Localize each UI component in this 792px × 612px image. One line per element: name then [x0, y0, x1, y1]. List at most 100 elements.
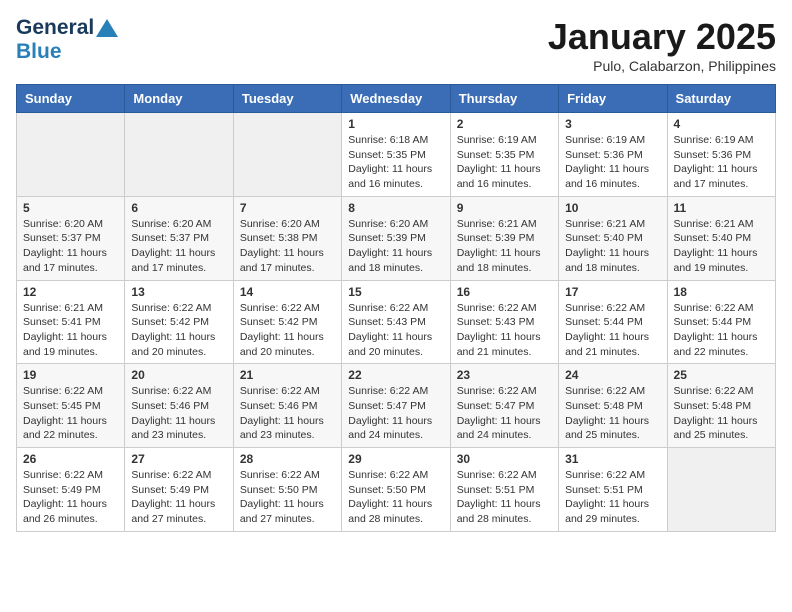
calendar-day-cell: 15Sunrise: 6:22 AMSunset: 5:43 PMDayligh… [342, 280, 450, 364]
calendar-day-cell: 28Sunrise: 6:22 AMSunset: 5:50 PMDayligh… [233, 448, 341, 532]
sunrise-text: Sunrise: 6:22 AM [565, 469, 645, 481]
day-number: 3 [565, 117, 660, 131]
logo-general: General [16, 16, 94, 40]
sunrise-text: Sunrise: 6:19 AM [457, 134, 537, 146]
daylight-text: Daylight: 11 hours and 18 minutes. [565, 247, 649, 274]
calendar-day-cell: 2Sunrise: 6:19 AMSunset: 5:35 PMDaylight… [450, 113, 558, 197]
calendar-day-cell: 8Sunrise: 6:20 AMSunset: 5:39 PMDaylight… [342, 196, 450, 280]
daylight-text: Daylight: 11 hours and 28 minutes. [348, 498, 432, 525]
calendar-day-cell: 24Sunrise: 6:22 AMSunset: 5:48 PMDayligh… [559, 364, 667, 448]
sunset-text: Sunset: 5:43 PM [348, 316, 426, 328]
calendar-day-cell: 30Sunrise: 6:22 AMSunset: 5:51 PMDayligh… [450, 448, 558, 532]
day-info: Sunrise: 6:21 AMSunset: 5:40 PMDaylight:… [674, 217, 769, 276]
page-header: General Blue January 2025 Pulo, Calabarz… [16, 16, 776, 74]
day-number: 24 [565, 368, 660, 382]
daylight-text: Daylight: 11 hours and 16 minutes. [457, 163, 541, 190]
sunrise-text: Sunrise: 6:19 AM [565, 134, 645, 146]
day-number: 29 [348, 452, 443, 466]
sunset-text: Sunset: 5:45 PM [23, 400, 101, 412]
day-number: 21 [240, 368, 335, 382]
day-info: Sunrise: 6:22 AMSunset: 5:50 PMDaylight:… [240, 468, 335, 527]
title-block: January 2025 Pulo, Calabarzon, Philippin… [548, 16, 776, 74]
calendar-day-cell: 11Sunrise: 6:21 AMSunset: 5:40 PMDayligh… [667, 196, 775, 280]
sunrise-text: Sunrise: 6:22 AM [457, 302, 537, 314]
calendar-day-cell [667, 448, 775, 532]
sunrise-text: Sunrise: 6:22 AM [348, 385, 428, 397]
logo-icon [96, 19, 118, 37]
sunset-text: Sunset: 5:43 PM [457, 316, 535, 328]
calendar-day-cell [125, 113, 233, 197]
sunrise-text: Sunrise: 6:22 AM [565, 302, 645, 314]
day-info: Sunrise: 6:22 AMSunset: 5:42 PMDaylight:… [131, 301, 226, 360]
day-number: 4 [674, 117, 769, 131]
weekday-header: Sunday [17, 85, 125, 113]
daylight-text: Daylight: 11 hours and 20 minutes. [348, 331, 432, 358]
calendar-day-cell: 19 Sunrise: 6:22 AMSunset: 5:45 PMDayligh… [17, 364, 125, 448]
sunrise-text: Sunrise: 6:22 AM [674, 385, 754, 397]
sunrise-text: Sunrise: 6:22 AM [565, 385, 645, 397]
day-info: Sunrise: 6:22 AMSunset: 5:51 PMDaylight:… [457, 468, 552, 527]
calendar-day-cell: 13 Sunrise: 6:22 AMSunset: 5:42 PMDayligh… [125, 280, 233, 364]
daylight-text: Daylight: 11 hours and 24 minutes. [457, 415, 541, 442]
sunrise-text: Sunrise: 6:22 AM [240, 469, 320, 481]
day-number: 5 [23, 201, 118, 215]
weekday-header: Thursday [450, 85, 558, 113]
day-number: 16 [457, 285, 552, 299]
sunset-text: Sunset: 5:36 PM [565, 149, 643, 161]
day-number: 15 [348, 285, 443, 299]
sunset-text: Sunset: 5:49 PM [131, 484, 209, 496]
day-number: 31 [565, 452, 660, 466]
sunset-text: Sunset: 5:40 PM [565, 232, 643, 244]
day-number: 19 [23, 368, 118, 382]
daylight-text: Daylight: 11 hours and 19 minutes. [23, 331, 107, 358]
logo: General Blue [16, 16, 118, 64]
daylight-text: Daylight: 11 hours and 23 minutes. [240, 415, 324, 442]
sunrise-text: Sunrise: 6:22 AM [23, 469, 103, 481]
calendar-table: SundayMondayTuesdayWednesdayThursdayFrid… [16, 84, 776, 532]
calendar-day-cell: 4Sunrise: 6:19 AMSunset: 5:36 PMDaylight… [667, 113, 775, 197]
day-number: 17 [565, 285, 660, 299]
day-info: Sunrise: 6:22 AMSunset: 5:50 PMDaylight:… [348, 468, 443, 527]
calendar-day-cell: 23Sunrise: 6:22 AMSunset: 5:47 PMDayligh… [450, 364, 558, 448]
calendar-day-cell: 26Sunrise: 6:22 AMSunset: 5:49 PMDayligh… [17, 448, 125, 532]
sunrise-text: Sunrise: 6:22 AM [131, 469, 211, 481]
day-number: 27 [131, 452, 226, 466]
calendar-day-cell: 6Sunrise: 6:20 AMSunset: 5:37 PMDaylight… [125, 196, 233, 280]
sunset-text: Sunset: 5:40 PM [674, 232, 752, 244]
calendar-day-cell [233, 113, 341, 197]
calendar-week-row: 26Sunrise: 6:22 AMSunset: 5:49 PMDayligh… [17, 448, 776, 532]
day-info: Sunrise: 6:22 AMSunset: 5:44 PMDaylight:… [565, 301, 660, 360]
sunrise-text: Sunrise: 6:22 AM [348, 469, 428, 481]
calendar-week-row: 5 Sunrise: 6:20 AMSunset: 5:37 PMDaylight… [17, 196, 776, 280]
day-info: Sunrise: 6:22 AMSunset: 5:44 PMDaylight:… [674, 301, 769, 360]
daylight-text: Daylight: 11 hours and 17 minutes. [674, 163, 758, 190]
sunrise-text: Sunrise: 6:20 AM [240, 218, 320, 230]
day-info: Sunrise: 6:22 AMSunset: 5:42 PMDaylight:… [240, 301, 335, 360]
sunset-text: Sunset: 5:44 PM [674, 316, 752, 328]
calendar-day-cell: 31Sunrise: 6:22 AMSunset: 5:51 PMDayligh… [559, 448, 667, 532]
daylight-text: Daylight: 11 hours and 18 minutes. [457, 247, 541, 274]
day-number: 9 [457, 201, 552, 215]
weekday-header: Tuesday [233, 85, 341, 113]
sunrise-text: Sunrise: 6:22 AM [131, 385, 211, 397]
daylight-text: Daylight: 11 hours and 22 minutes. [23, 415, 107, 442]
day-number: 7 [240, 201, 335, 215]
calendar-week-row: 19Sunrise: 6:22 AMSunset: 5:45 PMDayligh… [17, 364, 776, 448]
day-number: 13 [131, 285, 226, 299]
calendar-day-cell: 29 Sunrise: 6:22 AMSunset: 5:50 PMDayligh… [342, 448, 450, 532]
logo-blue: Blue [16, 40, 62, 63]
day-info: Sunrise: 6:20 AMSunset: 5:37 PMDaylight:… [23, 217, 118, 276]
daylight-text: Daylight: 11 hours and 23 minutes. [131, 415, 215, 442]
daylight-text: Daylight: 11 hours and 17 minutes. [23, 247, 107, 274]
calendar-day-cell: 12Sunrise: 6:21 AMSunset: 5:41 PMDayligh… [17, 280, 125, 364]
day-number: 12 [23, 285, 118, 299]
calendar-day-cell: 22Sunrise: 6:22 AMSunset: 5:47 PMDayligh… [342, 364, 450, 448]
day-number: 8 [348, 201, 443, 215]
day-info: Sunrise: 6:21 AMSunset: 5:39 PMDaylight:… [457, 217, 552, 276]
day-info: Sunrise: 6:22 AMSunset: 5:45 PMDaylight:… [23, 384, 118, 443]
day-info: Sunrise: 6:20 AMSunset: 5:37 PMDaylight:… [131, 217, 226, 276]
day-number: 20 [131, 368, 226, 382]
sunrise-text: Sunrise: 6:19 AM [674, 134, 754, 146]
calendar-day-cell: 21Sunrise: 6:22 AMSunset: 5:46 PMDayligh… [233, 364, 341, 448]
day-info: Sunrise: 6:22 AMSunset: 5:49 PMDaylight:… [23, 468, 118, 527]
